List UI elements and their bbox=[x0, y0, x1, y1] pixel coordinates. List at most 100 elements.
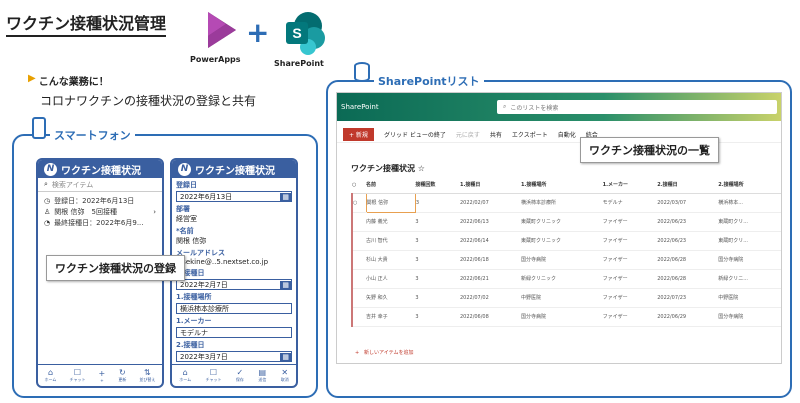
nav-chat[interactable]: ☐ チャット bbox=[206, 368, 222, 383]
field-value: 2022年6月13日 bbox=[180, 192, 233, 201]
row-select[interactable] bbox=[351, 307, 366, 327]
app-title-2: ワクチン接種状況 bbox=[195, 165, 275, 177]
table-cell: 矢野 和久 bbox=[366, 288, 416, 308]
table-cell: 中野医院 bbox=[520, 288, 603, 308]
calendar-icon[interactable]: ▦ bbox=[280, 280, 291, 289]
row-select[interactable] bbox=[351, 250, 366, 270]
table-cell: 新緑クリニック bbox=[520, 269, 603, 289]
grid-view-button[interactable]: グリッド ビューの終了 bbox=[384, 130, 446, 139]
home-icon: ⌂ bbox=[182, 368, 188, 377]
phone-form-screen: N ワクチン接種状況 登録日 2022年6月13日 ▦ 部署 経営室 *名前 関根 信弥 メール… bbox=[170, 158, 298, 388]
callout-register: ワクチン接種状況の登録 bbox=[46, 255, 185, 281]
sp-header: SharePoint ⌕ このリストを検索 bbox=[337, 93, 781, 121]
select-all-col[interactable]: ○ bbox=[352, 177, 366, 194]
table-cell: 小山 正人 bbox=[366, 269, 416, 289]
calendar-icon: ◷ bbox=[44, 196, 51, 205]
plus-nav-icon: + bbox=[98, 368, 106, 378]
undo-button[interactable]: 元に戻す bbox=[456, 130, 480, 139]
list-item[interactable]: ◷ 登録日：2022年6月13日 bbox=[38, 195, 162, 206]
column-header[interactable]: 接種回数 bbox=[415, 177, 460, 194]
field-label: *名前 bbox=[176, 227, 194, 235]
share-button[interactable]: 共有 bbox=[490, 130, 502, 139]
field-input[interactable]: 横浜柿本診療所 bbox=[176, 303, 292, 314]
list-item-person[interactable]: ♙ 関根 信弥 5回接種 › bbox=[38, 206, 162, 217]
table-row[interactable]: 吉井 幸子 3 2022/06/08 国分寺病院 ファイザー 2022/06/29 国分寺病… bbox=[351, 307, 781, 327]
field-label: 2.接種日 bbox=[176, 341, 205, 349]
row-select[interactable] bbox=[351, 212, 366, 232]
intro-bullet-text: こんな業務に！ bbox=[38, 77, 109, 88]
table-cell: 杉山 大貴 bbox=[366, 250, 416, 270]
table-cell: 2022/06/13 bbox=[459, 212, 521, 232]
nav-save[interactable]: ✓ 保存 bbox=[236, 368, 244, 383]
app-header: N ワクチン接種状況 bbox=[38, 160, 162, 178]
field-label: メールアドレス bbox=[176, 249, 225, 257]
nav-refresh[interactable]: ↻ 更新 bbox=[118, 368, 126, 383]
field-input[interactable]: モデルナ bbox=[176, 327, 292, 338]
table-cell: 横浜柿本... bbox=[718, 193, 781, 213]
table-cell: 2022/03/07 bbox=[657, 193, 719, 213]
table-row[interactable]: 小山 正人 3 2022/06/21 新緑クリニック ファイザー 2022/06/28 新緑… bbox=[351, 269, 781, 289]
column-header[interactable]: 2.接種日 bbox=[657, 177, 719, 194]
chevron-right-icon[interactable]: › bbox=[153, 208, 156, 216]
calendar-icon[interactable]: ▦ bbox=[280, 352, 291, 361]
table-cell: 吉井 幸子 bbox=[366, 307, 416, 327]
field-input[interactable]: 2022年3月7日 ▦ bbox=[176, 351, 292, 362]
table-cell: 東蔵町クリ... bbox=[718, 212, 781, 232]
app-logo-icon: N bbox=[178, 162, 191, 176]
column-header[interactable]: 1.接種日 bbox=[459, 177, 521, 194]
table-cell: 古川 智代 bbox=[366, 231, 416, 251]
row-select[interactable] bbox=[351, 231, 366, 251]
nav-home[interactable]: ⌂ ホーム bbox=[179, 368, 191, 383]
table-row[interactable]: 杉山 大貴 3 2022/06/18 国分寺病院 ファイザー 2022/06/28 国分寺病… bbox=[351, 250, 781, 270]
table-cell: 中野医院 bbox=[718, 288, 781, 308]
calendar-icon[interactable]: ▦ bbox=[280, 192, 291, 201]
automate-button[interactable]: 自動化 bbox=[558, 130, 576, 139]
check-icon: ✓ bbox=[236, 368, 244, 377]
table-cell: 東蔵町クリニック bbox=[520, 231, 603, 251]
field-label: 1.接種場所 bbox=[176, 293, 212, 301]
field-input[interactable]: 2022年6月13日 ▦ bbox=[176, 191, 292, 202]
table-cell: 2022/06/23 bbox=[657, 212, 719, 232]
row-select[interactable] bbox=[351, 288, 366, 308]
export-button[interactable]: エクスポート bbox=[512, 130, 548, 139]
sp-search-input[interactable]: ⌕ このリストを検索 bbox=[497, 100, 777, 114]
row-select[interactable]: ○ bbox=[351, 193, 366, 213]
table-row[interactable]: 矢野 和久 3 2022/07/02 中野医院 ファイザー 2022/07/23 中野医院 bbox=[351, 288, 781, 308]
field-input[interactable]: 2022年2月7日 ▦ bbox=[176, 279, 292, 290]
table-row[interactable]: 古川 智代 3 2022/06/14 東蔵町クリニック ファイザー 2022/06/23 東… bbox=[351, 231, 781, 251]
table-body: ○ 関根 信弥 3 2022/02/07 横浜柿本診療所 モデルナ 2022/03/07 横浜… bbox=[351, 192, 781, 327]
list-item-last: ◔ 最終接種日：2022年6月9... bbox=[38, 217, 162, 228]
column-header[interactable]: 1.メーカー bbox=[602, 177, 658, 194]
intro-bullet: ▶ こんな業務に！ bbox=[28, 73, 109, 88]
nav-submit[interactable]: ▤ 送信 bbox=[258, 368, 266, 383]
column-header[interactable]: 2.接種場所 bbox=[718, 177, 781, 194]
table-cell: 2022/06/29 bbox=[657, 307, 719, 327]
powerapps-logo bbox=[200, 8, 244, 52]
nav-sort[interactable]: ⇅ 並び替え bbox=[139, 368, 155, 383]
row-select[interactable] bbox=[351, 269, 366, 289]
close-icon: ✕ bbox=[281, 368, 289, 377]
add-new-item-link[interactable]: + 新しいアイテムを追加 bbox=[355, 349, 413, 356]
table-cell: 横浜柿本診療所 bbox=[520, 193, 603, 213]
chat-icon: ☐ bbox=[209, 368, 218, 377]
new-button[interactable]: + 新規 bbox=[343, 128, 374, 141]
person-name: 関根 信弥 5回接種 bbox=[54, 207, 117, 216]
nav-home[interactable]: ⌂ ホーム bbox=[45, 368, 57, 383]
person-icon: ♙ bbox=[44, 207, 51, 216]
search-input[interactable]: ⌕ 検索アイテム bbox=[38, 178, 162, 192]
sort-icon: ⇅ bbox=[144, 368, 151, 377]
column-header[interactable]: 1.接種場所 bbox=[520, 177, 603, 194]
nav-add[interactable]: + + bbox=[99, 369, 106, 383]
sharepoint-list-label: SharePointリスト bbox=[374, 73, 484, 89]
table-row[interactable]: ○ 関根 信弥 3 2022/02/07 横浜柿本診療所 モデルナ 2022/03/07 横浜… bbox=[351, 192, 781, 213]
nav-chat[interactable]: ☐ チャット bbox=[70, 368, 86, 383]
table-cell: 関根 信弥 bbox=[365, 192, 416, 213]
column-header[interactable]: 名前 bbox=[366, 177, 416, 194]
table-cell: 2022/02/07 bbox=[459, 193, 521, 213]
table-cell: 3 bbox=[415, 212, 460, 232]
table-cell: 2022/06/23 bbox=[657, 231, 719, 251]
table-row[interactable]: 内藤 義光 3 2022/06/13 東蔵町クリニック ファイザー 2022/06/23 東… bbox=[351, 212, 781, 232]
bottom-nav: ⌂ ホーム ☐ チャット + + ↻ 更新 ⇅ 並び替え bbox=[38, 364, 162, 386]
nav-cancel[interactable]: ✕ 取消 bbox=[281, 368, 289, 383]
sp-app-name: SharePoint bbox=[341, 103, 379, 111]
